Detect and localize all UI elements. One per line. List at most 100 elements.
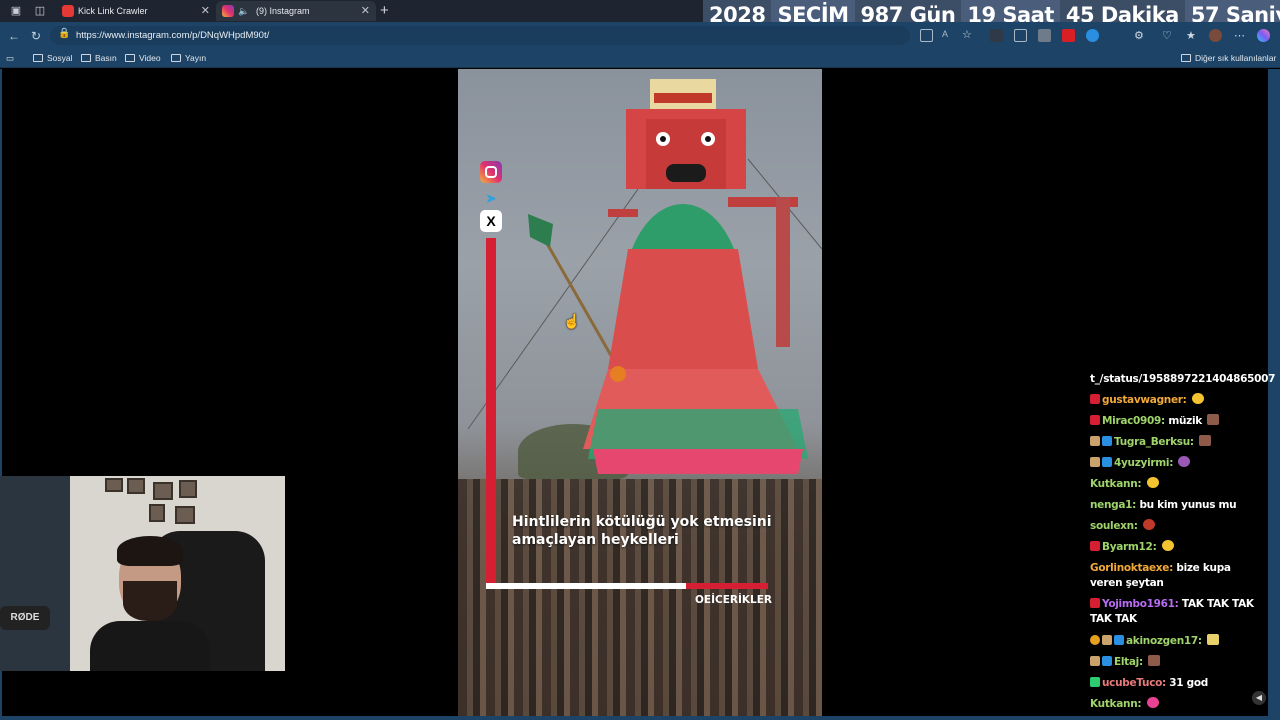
chat-username[interactable]: Kutkann:: [1090, 478, 1142, 490]
volume-icon[interactable]: ◀: [1252, 691, 1266, 705]
chat-username[interactable]: Yojimbo1961:: [1102, 598, 1179, 610]
badge-icon: [1102, 635, 1112, 645]
chat-username[interactable]: Mirac0909:: [1102, 415, 1165, 427]
back-icon[interactable]: ←: [6, 28, 22, 44]
chat-username[interactable]: nenga1:: [1090, 499, 1136, 511]
telegram-icon: ➤: [485, 190, 497, 206]
tab-instagram[interactable]: 🔈 (9) Instagram ✕: [216, 1, 376, 21]
chat-message: Yojimbo1961: TAK TAK TAK TAK TAK: [1090, 597, 1265, 627]
chat-username[interactable]: 4yuzyirmi:: [1114, 457, 1173, 469]
subscriber-badge-icon: [1090, 598, 1100, 608]
close-tab-icon[interactable]: ✕: [201, 1, 210, 21]
address-toolbar: ← ↻ 🔒 https://www.instagram.com/p/DNqWHp…: [0, 22, 1280, 49]
emote-icon: [1148, 655, 1161, 666]
chat-message: ucubeTuco: 31 god: [1090, 676, 1265, 691]
emote-icon: [1191, 393, 1204, 404]
copilot-icon[interactable]: [1257, 29, 1270, 42]
new-tab-button[interactable]: +: [380, 1, 389, 21]
badge-icon: [1090, 457, 1100, 467]
bookmark-label: Diğer sık kullanılanlar: [1195, 53, 1277, 63]
chat-username[interactable]: ucubeTuco:: [1102, 677, 1166, 689]
split-screen-icon[interactable]: [920, 29, 933, 42]
favorite-star-icon[interactable]: ☆: [962, 29, 975, 42]
chat-message: soulexn:: [1090, 519, 1265, 534]
chat-text: müzik: [1168, 415, 1202, 427]
read-aloud-icon[interactable]: A: [942, 29, 955, 42]
url-text[interactable]: https://www.instagram.com/p/DNqWHpdM90t/: [76, 26, 269, 45]
emote-icon: [1146, 477, 1159, 488]
wall-photo-frames: [105, 478, 200, 528]
bookmark-bar-icon[interactable]: ▭: [6, 51, 14, 66]
youtube-extension-icon[interactable]: [1062, 29, 1075, 42]
accent-bar: [486, 238, 496, 583]
other-bookmarks-folder[interactable]: Diğer sık kullanılanlar: [1181, 51, 1276, 66]
instagram-video-player[interactable]: ➤ X Hintlilerin kötülüğü yok etmesini am…: [458, 69, 822, 716]
chat-username[interactable]: soulexn:: [1090, 520, 1138, 532]
gem-badge-icon: [1114, 635, 1124, 645]
bookmark-folder-yayin[interactable]: Yayın: [171, 51, 206, 66]
refresh-icon[interactable]: ↻: [28, 28, 44, 44]
tab-title: (9) Instagram: [256, 6, 310, 16]
chat-username[interactable]: gustavwagner:: [1102, 394, 1187, 406]
subscriber-badge-icon: [1090, 394, 1100, 404]
bookmark-label: Yayın: [185, 53, 207, 63]
emote-icon: [1143, 519, 1156, 530]
chat-message: akinozgen17:: [1090, 634, 1265, 649]
extension-icon[interactable]: [1086, 29, 1099, 42]
chat-text: 31 god: [1169, 677, 1209, 689]
tab-title: Kick Link Crawler: [78, 6, 148, 16]
chat-username[interactable]: Kutkann:: [1090, 698, 1142, 710]
window-border: [1268, 69, 1280, 720]
profile-avatar[interactable]: [1209, 29, 1222, 42]
chat-username[interactable]: akinozgen17:: [1126, 635, 1202, 647]
folder-icon: [125, 54, 135, 62]
emote-icon: [1199, 435, 1212, 446]
badge-icon: [1090, 656, 1100, 666]
chat-username[interactable]: Tugra_Berksu:: [1114, 436, 1194, 448]
subscriber-badge-icon: [1090, 541, 1100, 551]
workspaces-icon[interactable]: ▣: [8, 3, 24, 19]
bookmark-label: Video: [139, 53, 161, 63]
chat-username[interactable]: Byarm12:: [1102, 541, 1157, 553]
tab-actions-icon[interactable]: ◫: [32, 3, 48, 19]
caption-underline-accent: [686, 583, 768, 589]
badge-icon: [1090, 635, 1100, 645]
folder-icon: [1181, 54, 1191, 62]
brand-watermark: OEİCERİKLER: [695, 594, 772, 606]
extension-icon[interactable]: [1038, 29, 1051, 42]
chat-message: 4yuzyirmi:: [1090, 456, 1265, 471]
microphone-label: RØDE: [0, 606, 50, 630]
kick-favicon-icon: [62, 5, 74, 17]
chat-username[interactable]: Gorlinoktaexe:: [1090, 562, 1173, 574]
tab-kick-link-crawler[interactable]: Kick Link Crawler ✕: [56, 1, 216, 21]
chat-username[interactable]: Eltaj:: [1114, 656, 1143, 668]
bookmark-folder-video[interactable]: Video: [125, 51, 161, 66]
address-bar[interactable]: 🔒 https://www.instagram.com/p/DNqWHpdM90…: [50, 26, 910, 45]
bookmark-folder-sosyal[interactable]: Sosyal: [33, 51, 73, 66]
emote-icon: [1207, 634, 1220, 645]
emote-icon: [1207, 414, 1220, 425]
emote-icon: [1178, 456, 1191, 467]
lock-icon: 🔒: [58, 28, 71, 39]
gem-badge-icon: [1102, 656, 1112, 666]
chat-message: t_/status/1958897221404865007: [1090, 372, 1275, 387]
bookmark-label: Basın: [95, 53, 117, 63]
chat-message: nenga1: bu kim yunus mu: [1090, 498, 1265, 513]
extension-icon[interactable]: [1014, 29, 1027, 42]
subscriber-badge-icon: [1090, 677, 1100, 687]
bookmark-folder-basin[interactable]: Basın: [81, 51, 117, 66]
webcam-curtain: [0, 476, 70, 671]
more-menu-icon[interactable]: ⋯: [1234, 29, 1247, 42]
streamer-webcam: RØDE: [0, 476, 285, 671]
favorites-icon[interactable]: ★: [1186, 29, 1199, 42]
extension-icon[interactable]: [990, 29, 1003, 42]
close-tab-icon[interactable]: ✕: [361, 1, 370, 21]
chat-message: Kutkann:: [1090, 697, 1265, 712]
extensions-puzzle-icon[interactable]: ⚙: [1134, 29, 1147, 42]
gem-badge-icon: [1102, 436, 1112, 446]
speaker-icon[interactable]: 🔈: [238, 1, 249, 21]
bookmarks-bar: ▭ Sosyal Basın Video Yayın Diğer sık kul…: [0, 49, 1280, 68]
folder-icon: [171, 54, 181, 62]
browser-essentials-icon[interactable]: ♡: [1162, 29, 1175, 42]
chat-text: bu kim yunus mu: [1139, 499, 1237, 511]
